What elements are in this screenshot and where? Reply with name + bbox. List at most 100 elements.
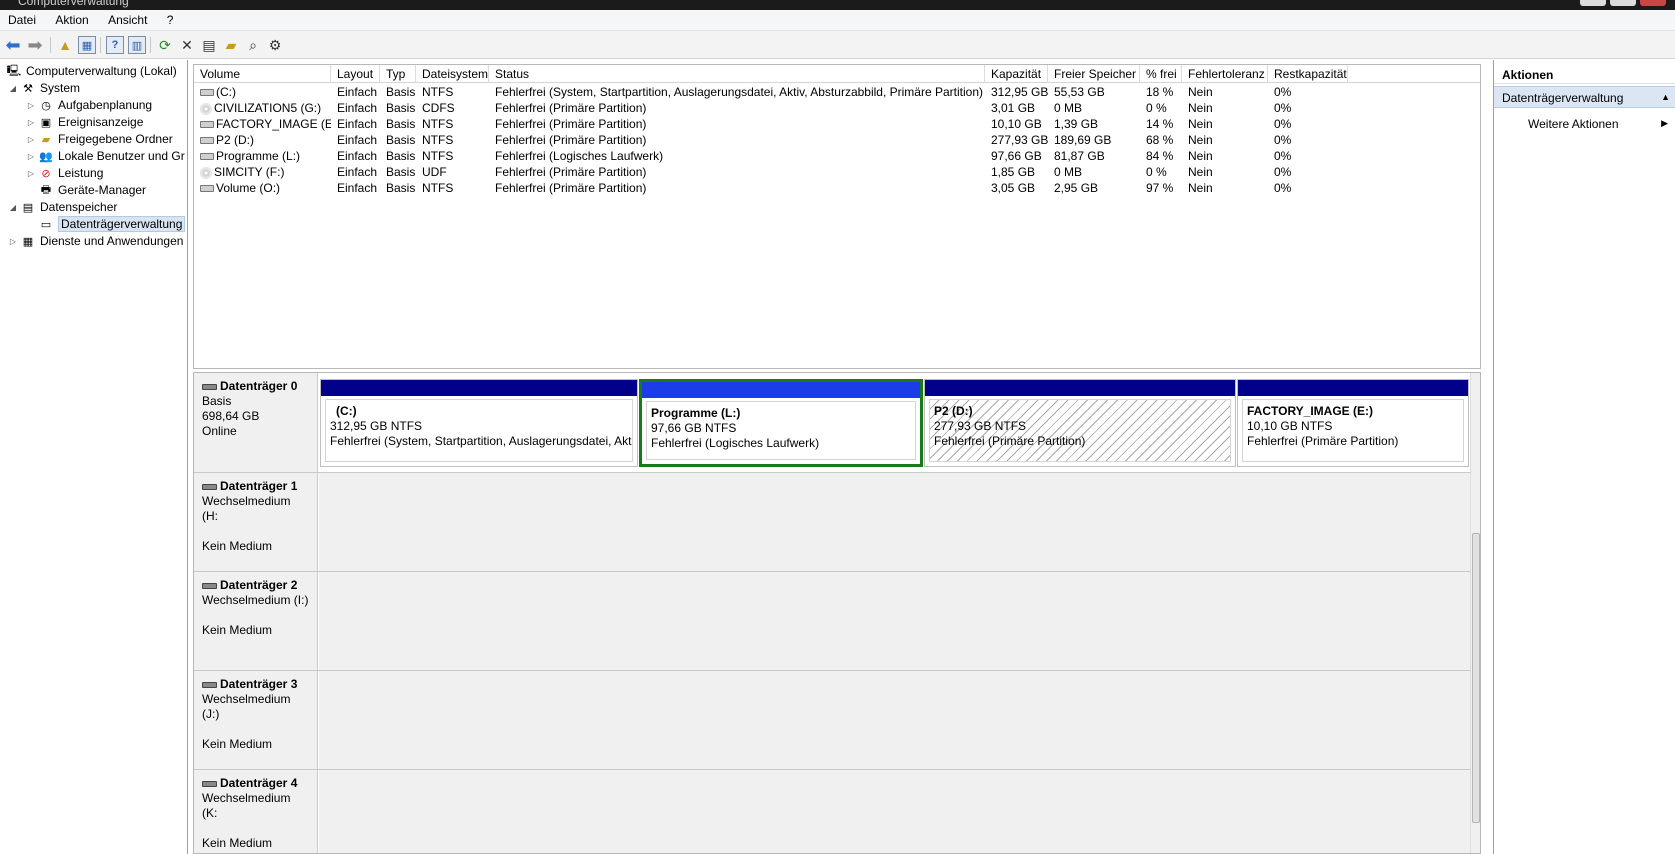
partition-programme[interactable]: Programme (L:) 97,66 GB NTFS Fehlerfrei … — [639, 379, 923, 467]
tree-ereignisanzeige[interactable]: ▷ ▣ Ereignisanzeige — [26, 113, 143, 131]
tree-system[interactable]: ◢ ⚒ System — [8, 79, 80, 97]
menu-ansicht[interactable]: Ansicht — [100, 10, 155, 27]
disk-2[interactable]: Datenträger 2 Wechselmedium (I:) Kein Me… — [194, 572, 1472, 671]
cell-restkapazitaet: 0% — [1274, 165, 1292, 179]
col-typ[interactable]: Typ — [380, 65, 416, 83]
col-dateisystem[interactable]: Dateisystem — [416, 65, 489, 83]
col-fehlertoleranz[interactable]: Fehlertoleranz — [1182, 65, 1268, 83]
cell-prozent-frei: 18 % — [1146, 85, 1174, 99]
cell-volume: SIMCITY (F:) — [194, 164, 331, 181]
col-status[interactable]: Status — [489, 65, 985, 83]
menu-help[interactable]: ? — [159, 10, 182, 27]
tree-datenspeicher[interactable]: ◢ ▤ Datenspeicher — [8, 198, 117, 216]
submenu-arrow-icon: ▶ — [1661, 118, 1668, 128]
tree-lokale-benutzer[interactable]: ▷ 👥 Lokale Benutzer und Gr — [26, 147, 185, 165]
col-prozent-frei[interactable]: % frei — [1140, 65, 1182, 83]
disk-0-label[interactable]: Datenträger 0 Basis 698,64 GB Online — [194, 373, 318, 472]
col-volume[interactable]: Volume — [194, 65, 331, 83]
partition-p2[interactable]: P2 (D:) 277,93 GB NTFS Fehlerfrei (Primä… — [924, 379, 1236, 467]
window-title: Computerverwaltung — [18, 0, 129, 8]
disk-4[interactable]: Datenträger 4 Wechselmedium (K: Kein Med… — [194, 770, 1472, 853]
tree-aufgabenplanung[interactable]: ▷ ◷ Aufgabenplanung — [26, 96, 152, 114]
back-icon[interactable]: ⬅ — [4, 35, 22, 55]
refresh-icon[interactable]: ⟳ — [156, 36, 174, 54]
actions-section-datentraegerverwaltung[interactable]: Datenträgerverwaltung ▲ — [1494, 86, 1675, 108]
cell-status: Fehlerfrei (Logisches Laufwerk) — [495, 149, 664, 163]
removable-disk-icon — [202, 780, 217, 787]
volume-row[interactable]: Programme (L:) Einfach Basis NTFS Fehlerfrei… — [194, 148, 1480, 165]
volume-row[interactable]: FACTORY_IMAGE (E:) Einfach Basis NTFS Fehler… — [194, 116, 1480, 133]
collapsed-arrow-icon[interactable]: ▷ — [26, 135, 36, 144]
tree-dienste[interactable]: ▷ ▦ Dienste und Anwendungen — [8, 232, 184, 250]
computer-icon: 🖳 — [6, 64, 22, 77]
cell-freier-speicher: 2,95 GB — [1054, 181, 1099, 195]
col-freier-speicher[interactable]: Freier Speicher — [1048, 65, 1140, 83]
cell-dateisystem: NTFS — [422, 181, 454, 195]
collapsed-arrow-icon[interactable]: ▷ — [26, 169, 36, 178]
weitere-aktionen-item[interactable]: Weitere Aktionen ▶ — [1494, 114, 1675, 134]
volume-row[interactable]: P2 (D:) Einfach Basis NTFS Fehlerfrei (Primä… — [194, 132, 1480, 149]
col-restkapazitaet[interactable]: Restkapazität — [1268, 65, 1348, 83]
partition-c[interactable]: (C:) 312,95 GB NTFS Fehlerfrei (System, … — [320, 379, 638, 467]
cell-fehlertoleranz: Nein — [1188, 133, 1213, 147]
maximize-button[interactable] — [1610, 0, 1636, 6]
cell-prozent-frei: 84 % — [1146, 149, 1174, 163]
cell-restkapazitaet: 0% — [1274, 85, 1292, 99]
cell-typ: Basis — [386, 117, 416, 131]
cell-status: Fehlerfrei (Primäre Partition) — [495, 117, 647, 131]
cell-status: Fehlerfrei (Primäre Partition) — [495, 181, 647, 195]
partition-factory-image[interactable]: FACTORY_IMAGE (E:) 10,10 GB NTFS Fehlerf… — [1237, 379, 1469, 467]
close-button[interactable] — [1640, 0, 1666, 6]
up-folder-icon[interactable]: ▲ — [56, 36, 74, 54]
search-icon[interactable]: ⌕ — [244, 36, 262, 54]
tree-datentraegerverwaltung[interactable]: ▭ Datenträgerverwaltung — [36, 215, 186, 233]
collapsed-arrow-icon[interactable]: ▷ — [8, 237, 18, 246]
forward-icon[interactable]: ➡ — [26, 35, 44, 55]
scrollbar-thumb[interactable] — [1472, 533, 1480, 823]
volume-row[interactable]: SIMCITY (F:) Einfach Basis UDF Fehlerfrei (P… — [194, 164, 1480, 181]
disk-3[interactable]: Datenträger 3 Wechselmedium (J:) Kein Me… — [194, 671, 1472, 770]
cell-prozent-frei: 0 % — [1146, 165, 1167, 179]
disk-0[interactable]: Datenträger 0 Basis 698,64 GB Online (C:… — [194, 373, 1472, 473]
col-layout[interactable]: Layout — [331, 65, 380, 83]
cell-typ: Basis — [386, 181, 416, 195]
collapsed-arrow-icon[interactable]: ▷ — [26, 152, 36, 161]
collapse-arrow-icon[interactable]: ▲ — [1661, 92, 1670, 102]
cell-layout: Einfach — [337, 133, 378, 147]
cell-restkapazitaet: 0% — [1274, 181, 1292, 195]
tree-root[interactable]: 🖳 Computerverwaltung (Lokal) — [4, 62, 177, 80]
tree-leistung[interactable]: ▷ ⊘ Leistung — [26, 164, 103, 182]
cell-typ: Basis — [386, 101, 416, 115]
show-actions-icon[interactable]: ▥ — [128, 36, 146, 54]
volume-row[interactable]: (C:) Einfach Basis NTFS Fehlerfrei (System, … — [194, 84, 1480, 101]
open-folder-icon[interactable]: ▰ — [222, 36, 240, 54]
menu-datei[interactable]: Datei — [0, 10, 44, 27]
volume-row[interactable]: CIVILIZATION5 (G:) Einfach Basis CDFS Fehler… — [194, 100, 1480, 117]
cell-kapazitaet: 312,95 GB — [991, 85, 1048, 99]
volume-row[interactable]: Volume (O:) Einfach Basis NTFS Fehlerfrei (P… — [194, 180, 1480, 197]
show-tree-icon[interactable]: ▦ — [78, 36, 96, 54]
disk-map-scrollbar[interactable] — [1470, 373, 1480, 853]
tree-geraete-manager[interactable]: 🖶 Geräte-Manager — [36, 181, 146, 199]
collapsed-arrow-icon[interactable]: ▷ — [26, 118, 36, 127]
menu-aktion[interactable]: Aktion — [47, 10, 96, 27]
collapsed-arrow-icon[interactable]: ▷ — [26, 101, 36, 110]
properties-icon[interactable]: ▤ — [200, 36, 218, 54]
minimize-button[interactable] — [1580, 0, 1606, 6]
cell-status: Fehlerfrei (Primäre Partition) — [495, 133, 647, 147]
cell-kapazitaet: 1,85 GB — [991, 165, 1036, 179]
cell-fehlertoleranz: Nein — [1188, 165, 1213, 179]
disk-1[interactable]: Datenträger 1 Wechselmedium (H: Kein Med… — [194, 473, 1472, 572]
help-icon[interactable]: ? — [106, 36, 124, 54]
settings-icon[interactable]: ⚙ — [266, 36, 284, 54]
tree-freigegebene-ordner[interactable]: ▷ ▰ Freigegebene Ordner — [26, 130, 173, 148]
cell-dateisystem: NTFS — [422, 85, 454, 99]
disk-map: Datenträger 0 Basis 698,64 GB Online (C:… — [193, 372, 1481, 854]
expanded-arrow-icon[interactable]: ◢ — [8, 203, 18, 212]
cell-status: Fehlerfrei (Primäre Partition) — [495, 101, 647, 115]
col-kapazitaet[interactable]: Kapazität — [985, 65, 1048, 83]
clock-icon: ◷ — [41, 99, 51, 112]
expanded-arrow-icon[interactable]: ◢ — [8, 84, 18, 93]
cell-status: Fehlerfrei (Primäre Partition) — [495, 165, 647, 179]
delete-icon[interactable]: ✕ — [178, 36, 196, 54]
